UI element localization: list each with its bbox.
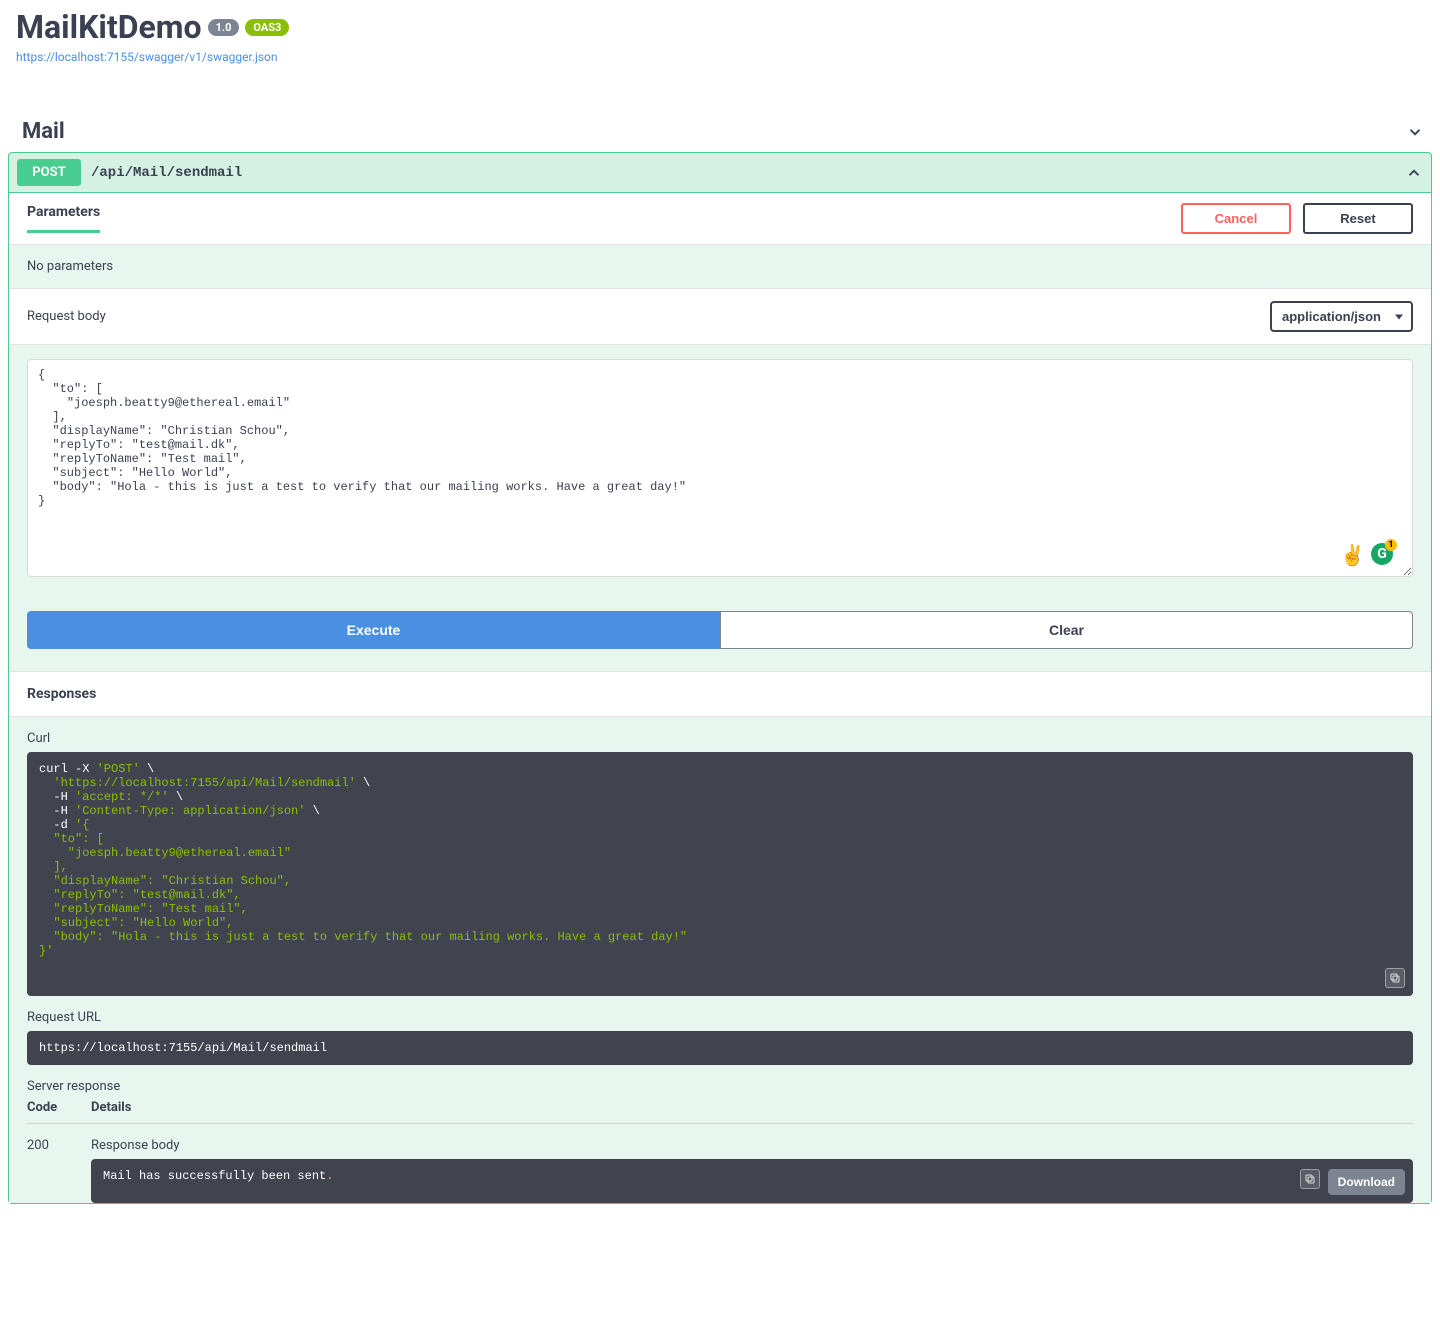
request-body-editor[interactable] <box>27 359 1413 577</box>
operation-summary[interactable]: POST /api/Mail/sendmail <box>9 153 1431 193</box>
server-response-label: Server response <box>27 1079 1413 1094</box>
copy-curl-icon[interactable] <box>1385 968 1405 988</box>
parameters-tab[interactable]: Parameters <box>27 204 100 233</box>
request-url-label: Request URL <box>27 1010 1413 1025</box>
content-type-select[interactable]: application/json <box>1270 301 1413 332</box>
spec-url-link[interactable]: https://localhost:7155/swagger/v1/swagge… <box>16 50 278 64</box>
reset-button[interactable]: Reset <box>1303 203 1413 234</box>
execute-button[interactable]: Execute <box>27 611 720 649</box>
col-code-header: Code <box>27 1100 91 1115</box>
clear-button[interactable]: Clear <box>720 611 1413 649</box>
chevron-down-icon <box>1406 123 1424 141</box>
version-badge: 1.0 <box>208 19 240 36</box>
request-body-label: Request body <box>27 309 106 324</box>
method-badge: POST <box>17 159 81 186</box>
response-body-block: Mail has successfully been sent. Downloa… <box>91 1159 1413 1203</box>
chevron-up-icon <box>1405 164 1423 182</box>
operation-path: /api/Mail/sendmail <box>91 165 1405 181</box>
responses-header: Responses <box>9 671 1431 717</box>
download-button[interactable]: Download <box>1328 1169 1405 1195</box>
tag-mail-header[interactable]: Mail <box>8 111 1432 152</box>
col-details-header: Details <box>91 1100 1413 1115</box>
response-body-label: Response body <box>91 1138 1413 1153</box>
oas-badge: OAS3 <box>245 19 289 36</box>
curl-label: Curl <box>27 731 1413 746</box>
cancel-button[interactable]: Cancel <box>1181 203 1291 234</box>
tag-name: Mail <box>22 119 65 144</box>
copy-response-icon[interactable] <box>1300 1169 1320 1189</box>
curl-code-block: curl -X 'POST' \ 'https://localhost:7155… <box>27 752 1413 996</box>
request-url-block: https://localhost:7155/api/Mail/sendmail <box>27 1031 1413 1065</box>
no-parameters-text: No parameters <box>9 245 1431 288</box>
response-code: 200 <box>27 1138 91 1203</box>
api-title: MailKitDemo <box>16 8 202 46</box>
